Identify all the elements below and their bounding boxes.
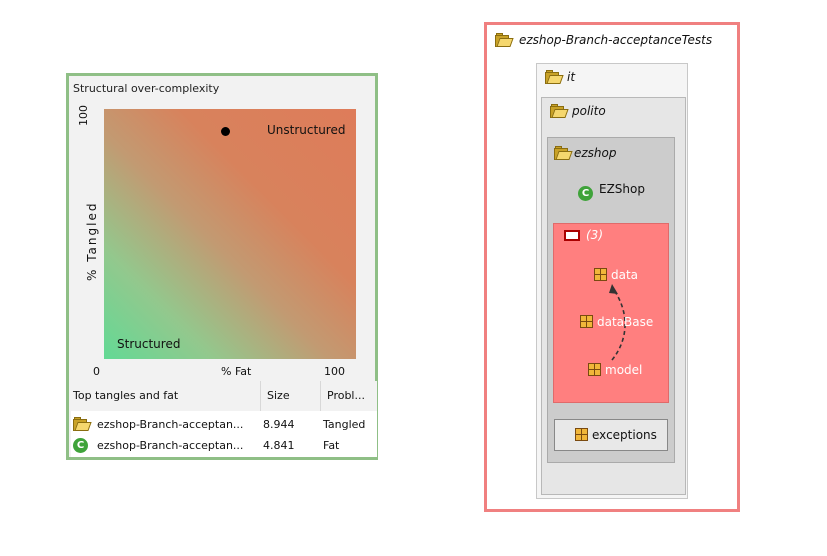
node-label: dataBase [597,315,654,329]
folder-icon [550,104,569,118]
x-axis-label: % Fat [221,365,252,378]
package-node-model[interactable]: model [588,363,642,377]
structured-label: Structured [117,337,181,351]
class-node-ezshop[interactable]: C EZShop [578,182,645,201]
tangle-cycle[interactable]: (3) data dataBase model [553,223,669,403]
package-node-data[interactable]: data [594,268,638,282]
row-size: 4.841 [263,439,295,452]
column-header-size[interactable]: Size [261,381,321,411]
package-node-database[interactable]: dataBase [580,315,653,329]
class-node-label: EZShop [599,182,645,196]
node-label: exceptions [592,428,657,442]
row-problem: Tangled [323,418,366,431]
y-axis-label: % Tangled [85,201,99,281]
package-label: it [567,70,576,84]
column-header-name[interactable]: Top tangles and fat [71,381,261,411]
structure-diagram-panel: ezshop-Branch-acceptanceTests it polito … [484,22,740,512]
row-problem: Fat [323,439,340,452]
table-row[interactable]: C ezshop-Branch-acceptan... 4.841 Fat [71,436,377,456]
class-icon: C [578,186,593,201]
x-axis-min: 0 [93,365,100,378]
package-node-exceptions[interactable]: exceptions [554,419,668,451]
x-axis-max: 100 [324,365,345,378]
package-label: polito [572,104,606,118]
folder-icon [73,417,92,431]
column-header-problem[interactable]: Probl... [321,381,377,411]
exceptions-node: exceptions [575,428,657,442]
folder-icon [554,146,573,160]
node-label: data [611,268,639,282]
panel-title: Structural over-complexity [73,82,220,95]
structural-complexity-panel: Structural over-complexity Unstructured … [66,73,378,460]
folder-icon [495,33,514,47]
class-icon: C [73,438,88,453]
row-name: ezshop-Branch-acceptan... [97,439,244,452]
unstructured-label: Unstructured [267,123,346,137]
y-axis-max: 100 [77,105,90,126]
row-name: ezshop-Branch-acceptan... [97,418,244,431]
package-icon [588,363,601,376]
node-label: model [605,363,643,377]
complexity-plot[interactable]: Unstructured Structured [104,109,356,359]
top-tangles-table: Top tangles and fat Size Probl... ezshop… [71,381,377,457]
folder-icon [545,70,564,84]
table-row[interactable]: ezshop-Branch-acceptan... 8.944 Tangled [71,415,377,435]
package-icon [580,315,593,328]
root-label: ezshop-Branch-acceptanceTests [519,33,713,47]
package-icon [575,428,588,441]
package-label: ezshop [574,146,617,160]
row-size: 8.944 [263,418,295,431]
plot-data-point[interactable] [221,127,230,136]
package-icon [594,268,607,281]
